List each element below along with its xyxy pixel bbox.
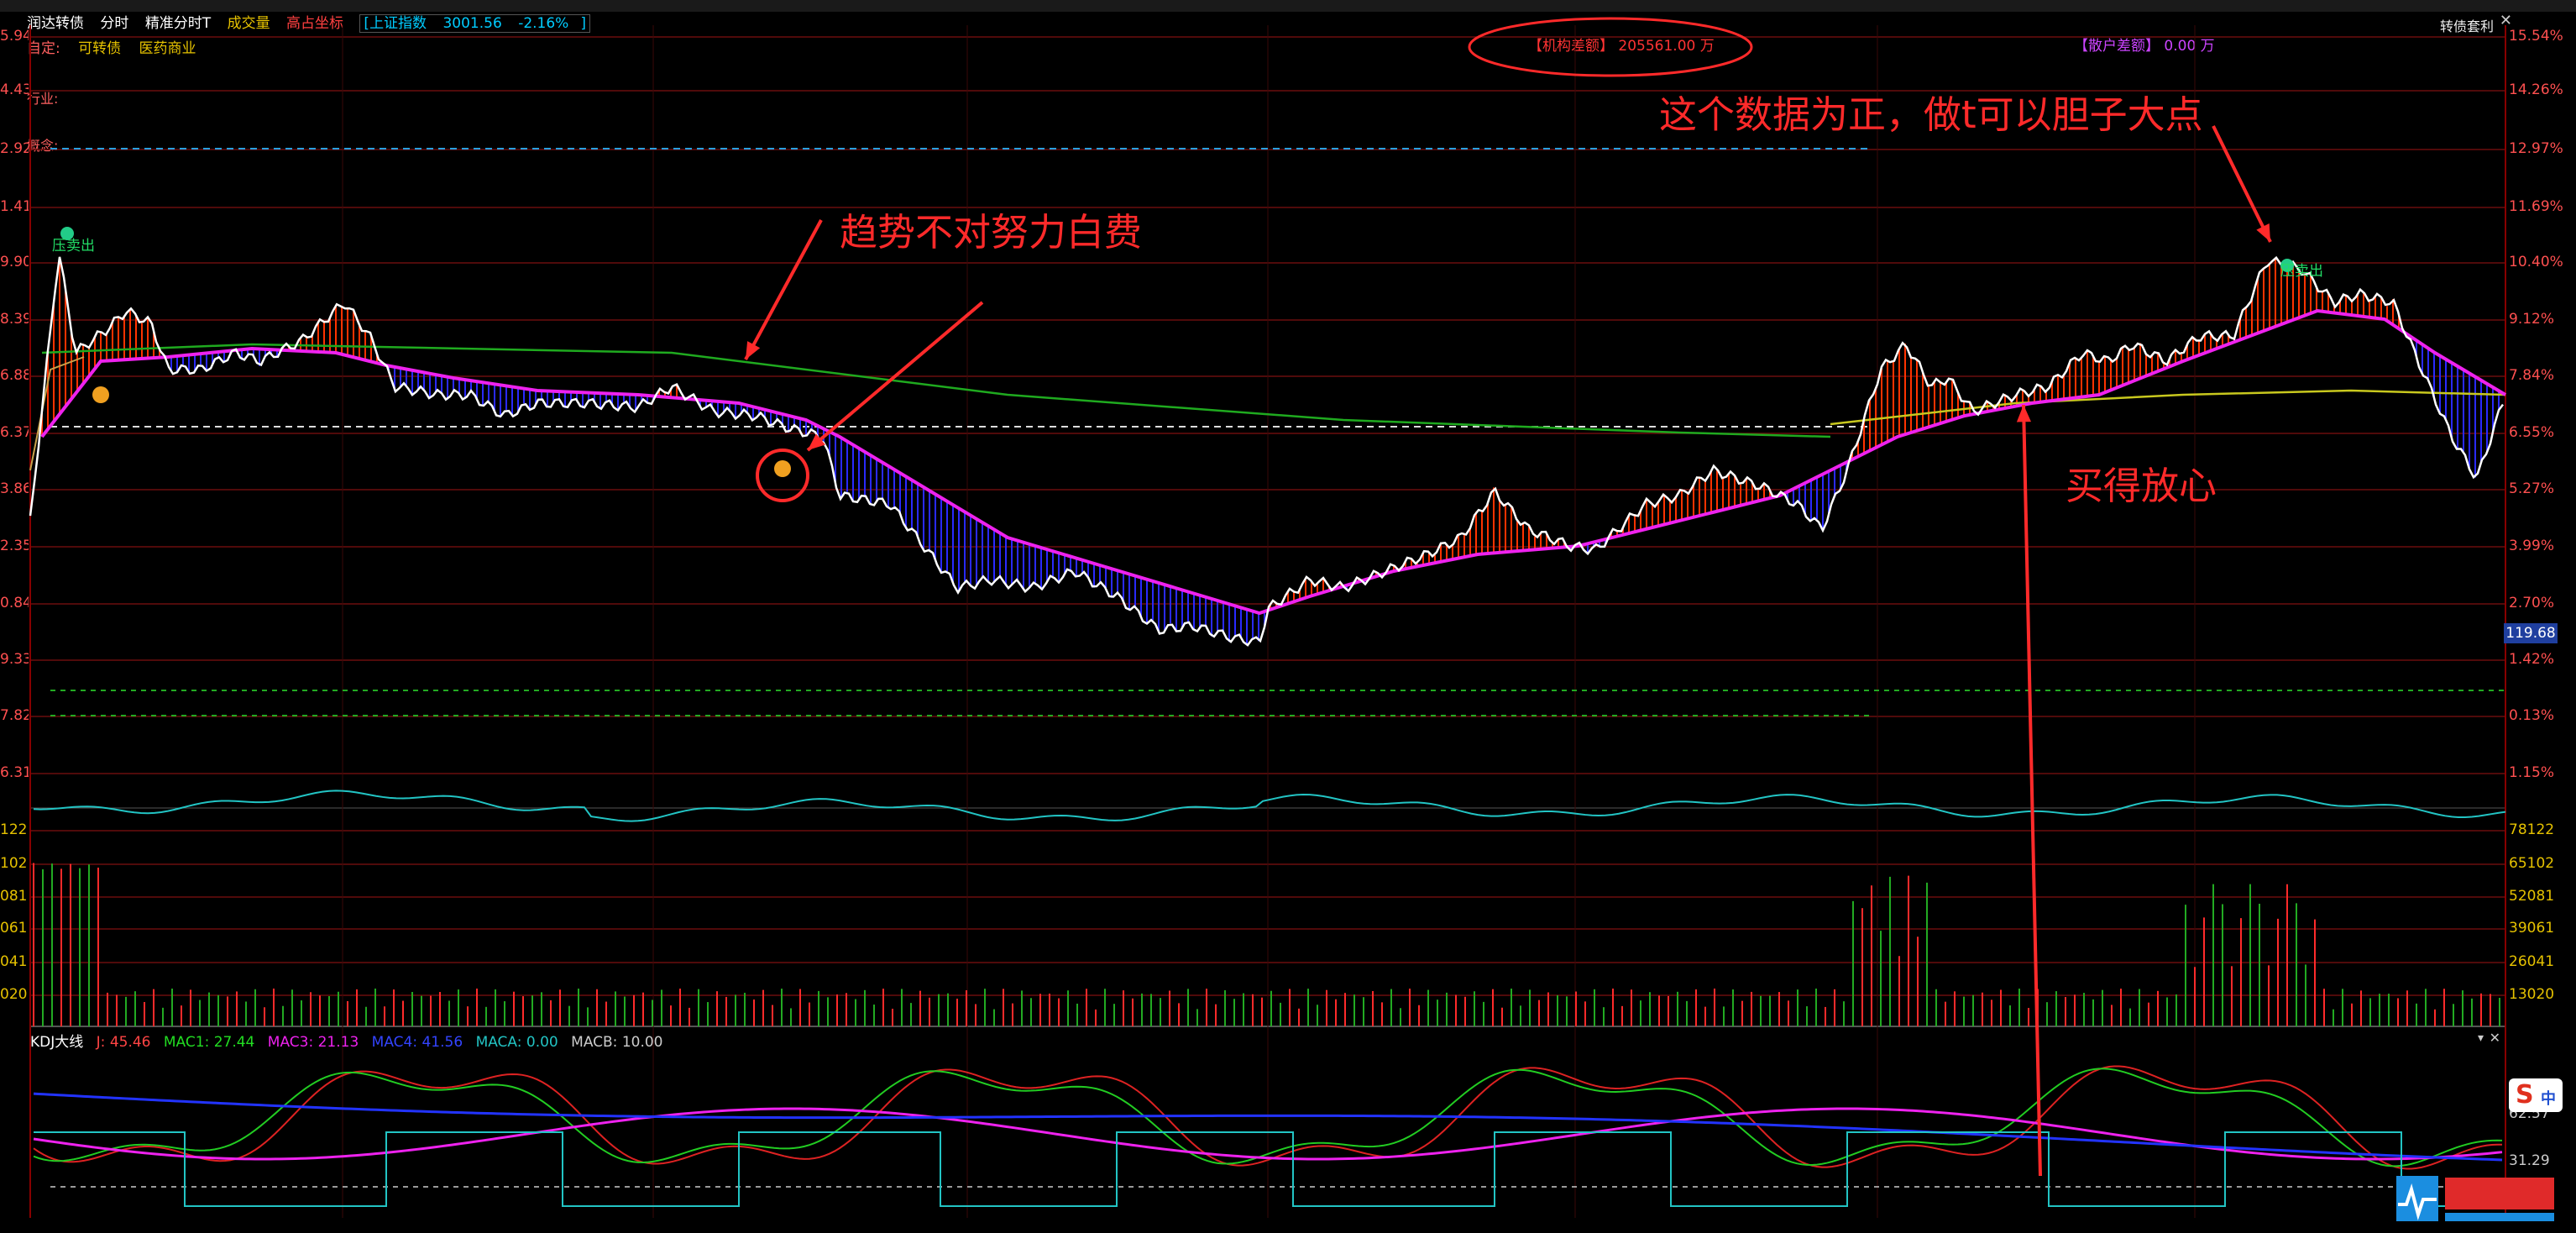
kdj-macb: MACB: 10.00 (571, 1034, 663, 1051)
close-icon[interactable]: ✕ (2490, 1030, 2500, 1046)
sohu-logo-icon: S 中 (2509, 1078, 2563, 1112)
price-axis-label-left: 5.94 (0, 28, 29, 45)
price-axis-label-right: 11.69% (2509, 198, 2563, 215)
price-axis-label-right: 1.42% (2509, 651, 2555, 668)
volume-axis-label-right: 26041 (2509, 953, 2555, 970)
kdj-title[interactable]: KDJ大线 (30, 1034, 83, 1051)
entry-dot-icon (774, 460, 791, 477)
price-axis-label-right: 7.84% (2509, 367, 2555, 384)
volume-axis-label-left: 122 (0, 821, 28, 838)
price-axis-label-right: 0.13% (2509, 707, 2555, 724)
price-axis-label-left: 1.41 (0, 198, 29, 215)
volume-axis-label-left: 081 (0, 888, 28, 905)
chevron-down-icon[interactable]: ▾ (2478, 1031, 2484, 1045)
marker-dot-icon (92, 386, 109, 403)
volume-axis-label-left: 102 (0, 855, 28, 872)
volume-axis-label-left: 020 (0, 986, 28, 1003)
trend-arrow (744, 219, 823, 360)
price-axis-label-left: 2.92 (0, 140, 29, 157)
price-axis-label-left: 9.90 (0, 254, 29, 270)
volume-axis-label-right: 39061 (2509, 920, 2555, 937)
current-price-tag: 119.68 (2504, 623, 2558, 643)
price-axis-label-right: 14.26% (2509, 81, 2563, 98)
volume-axis-label-right: 78122 (2509, 821, 2555, 838)
price-axis-label-left: 6.31 (0, 764, 29, 781)
brand-watermark-icon (2396, 1176, 2554, 1221)
price-axis-label-right: 1.15% (2509, 764, 2555, 781)
price-axis-label-right: 3.99% (2509, 538, 2555, 554)
price-axis-label-right: 12.97% (2509, 140, 2563, 157)
kdj-mac4: MAC4: 41.56 (371, 1034, 463, 1051)
ma-yellow-line (1830, 389, 2506, 426)
price-axis-label-right: 2.70% (2509, 595, 2555, 611)
price-axis-label-left: 0.84 (0, 595, 29, 611)
price-axis-label-right: 9.12% (2509, 311, 2555, 328)
price-axis-label-left: 6.37 (0, 424, 29, 441)
volume-bars (33, 863, 2500, 1026)
kdj-mac3: MAC3: 21.13 (267, 1034, 359, 1051)
price-axis-label-left: 3.86 (0, 480, 29, 497)
kdj-axis-label: 31.29 (2509, 1152, 2550, 1169)
price-axis-label-left: 9.33 (0, 651, 29, 668)
data-positive-annotation: 这个数据为正，做t可以胆子大点 (1659, 92, 2203, 137)
volume-axis-label-right: 65102 (2509, 855, 2555, 872)
cyan-indicator-line (33, 790, 2506, 822)
kdj-mac1: MAC1: 27.44 (163, 1034, 255, 1051)
price-axis-label-left: 2.35 (0, 538, 29, 554)
price-histogram (41, 256, 2500, 646)
price-axis-label-right: 10.40% (2509, 254, 2563, 270)
trend-annotation: 趋势不对努力白费 (840, 210, 1143, 254)
price-axis-label-right: 15.54% (2509, 28, 2563, 45)
kdj-header: KDJ大线 J: 45.46 MAC1: 27.44 MAC3: 21.13 M… (30, 1030, 672, 1051)
buy-arrow-head (2016, 405, 2032, 422)
price-axis-label-left: 8.39 (0, 311, 29, 328)
volume-axis-label-left: 061 (0, 920, 28, 937)
kdj-indicator (33, 1065, 2527, 1207)
buy-arrow (2022, 404, 2042, 1177)
sell-marker-left[interactable]: 压卖出 (52, 233, 95, 254)
price-axis-label-left: 4.43 (0, 81, 29, 98)
sell-arrow (2212, 125, 2272, 243)
price-axis-label-right: 6.55% (2509, 424, 2555, 441)
buy-annotation: 买得放心 (2066, 464, 2217, 508)
price-axis-label-left: 6.88 (0, 367, 29, 384)
sell-marker-right[interactable]: 压卖出 (2280, 259, 2323, 280)
volume-axis-label-right: 13020 (2509, 986, 2555, 1003)
volume-axis-label-left: 041 (0, 953, 28, 970)
kdj-maca: MACA: 0.00 (475, 1034, 558, 1051)
highlight-ellipse (1468, 17, 1753, 77)
volume-axis-label-right: 52081 (2509, 888, 2555, 905)
price-axis-label-right: 5.27% (2509, 480, 2555, 497)
price-axis-label-left: 7.82 (0, 707, 29, 724)
ma-green-line (41, 343, 1831, 438)
price-line (29, 255, 2505, 647)
kdj-j: J: 45.46 (96, 1034, 151, 1051)
